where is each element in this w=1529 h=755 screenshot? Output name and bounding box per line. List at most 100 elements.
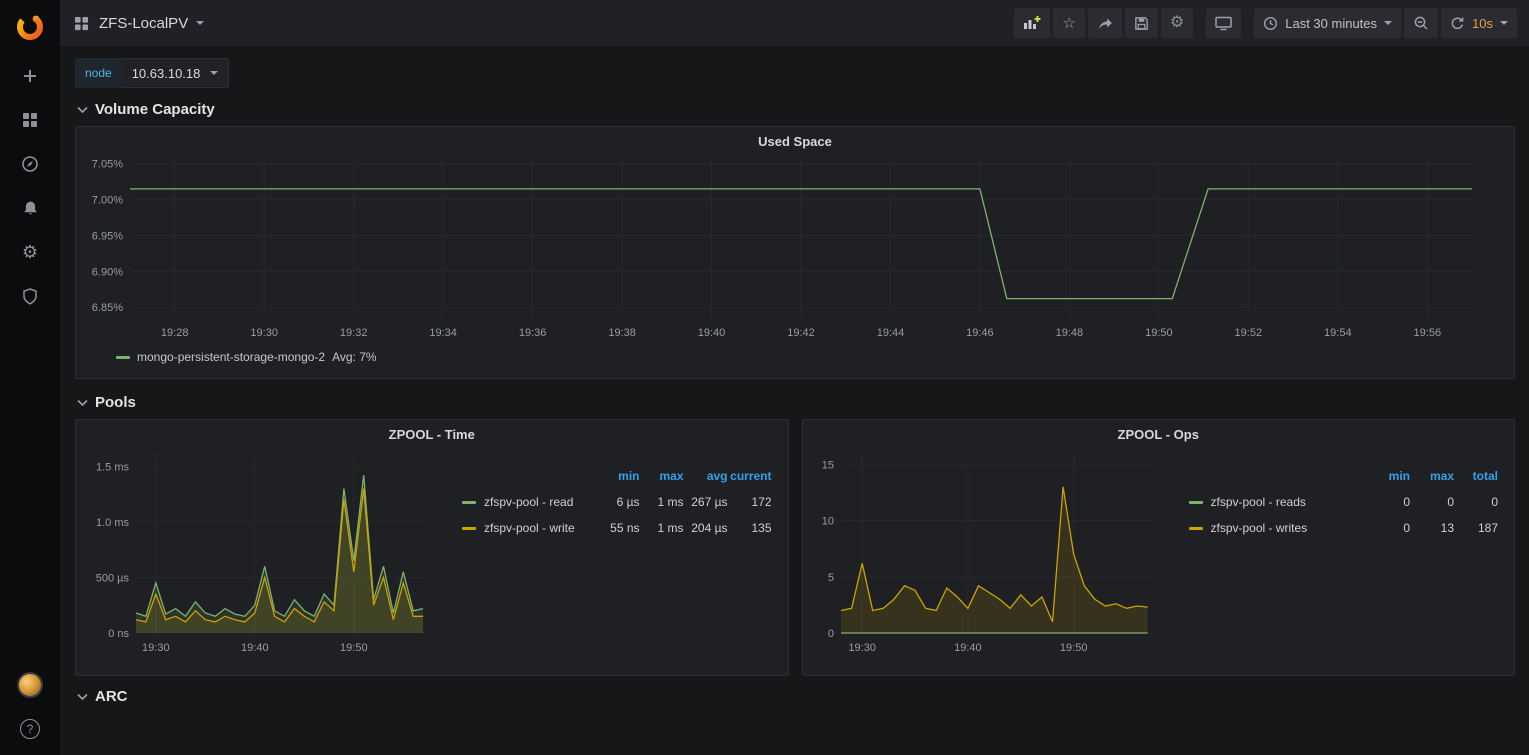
legend-value-cell: 0 <box>1366 521 1410 535</box>
series-color-dash <box>1189 527 1203 530</box>
svg-text:19:50: 19:50 <box>340 642 368 654</box>
legend-series-row[interactable]: zfspv-pool - reads000 <box>1189 489 1499 515</box>
refresh-icon <box>1450 16 1465 31</box>
legend-header-cell: max <box>1410 469 1454 483</box>
svg-text:19:50: 19:50 <box>1145 327 1173 339</box>
zpool-time-chart: 0 ns500 µs1.0 ms1.5 ms19:3019:4019:50 <box>84 443 436 657</box>
legend-value-cell: 0 <box>1454 495 1498 509</box>
star-button[interactable]: ☆ <box>1053 8 1084 38</box>
svg-text:19:40: 19:40 <box>954 642 982 654</box>
legend-header-cell: avg <box>684 469 728 483</box>
legend-header-row: minmaxtotal <box>1189 463 1499 489</box>
sidebar: ⚙ ? <box>0 0 60 755</box>
legend-header-cell: max <box>640 469 684 483</box>
section-title: ARC <box>95 688 128 705</box>
dashboard-settings-button[interactable]: ⚙ <box>1161 8 1193 38</box>
node-variable-value: 10.63.10.18 <box>132 66 201 81</box>
caret-down-icon <box>1500 21 1508 25</box>
topbar-actions: ☆ ⚙ Last 30 minutes <box>1014 8 1517 38</box>
node-variable-label: node <box>75 58 122 88</box>
section-volume-capacity[interactable]: Volume Capacity <box>77 101 1515 118</box>
dashboard-title-dropdown[interactable]: ZFS-LocalPV <box>99 15 204 32</box>
used-space-legend-label: mongo-persistent-storage-mongo-2 <box>137 350 325 364</box>
user-avatar[interactable] <box>0 663 60 707</box>
zoom-out-button[interactable] <box>1404 8 1438 38</box>
explore-icon[interactable] <box>0 142 60 186</box>
add-panel-button[interactable] <box>1014 8 1050 38</box>
legend-header-row: minmaxavgcurrent <box>462 463 772 489</box>
svg-text:19:42: 19:42 <box>787 327 815 339</box>
svg-text:19:34: 19:34 <box>429 327 457 339</box>
legend-value-cell: 172 <box>728 495 772 509</box>
legend-header-cell: current <box>728 469 772 483</box>
zpool-ops-panel-title[interactable]: ZPOOL - Ops <box>811 420 1507 443</box>
series-color-dash <box>462 501 476 504</box>
dashboards-icon[interactable] <box>0 98 60 142</box>
legend-series-label[interactable]: zfspv-pool - write <box>462 521 596 535</box>
section-arc[interactable]: ARC <box>77 688 1515 705</box>
svg-text:500 µs: 500 µs <box>96 572 130 584</box>
legend-value-cell: 1 ms <box>640 495 684 509</box>
settings-gear-icon[interactable]: ⚙ <box>0 230 60 274</box>
clock-icon <box>1263 16 1278 31</box>
section-title: Pools <box>95 394 136 411</box>
chevron-down-icon <box>77 106 88 114</box>
create-icon[interactable] <box>0 54 60 98</box>
shield-icon[interactable] <box>0 274 60 318</box>
legend-value-cell: 135 <box>728 521 772 535</box>
svg-text:5: 5 <box>827 572 833 584</box>
caret-down-icon <box>196 21 204 25</box>
gear-icon: ⚙ <box>1170 15 1184 31</box>
time-range-picker[interactable]: Last 30 minutes <box>1254 8 1401 38</box>
svg-text:19:48: 19:48 <box>1056 327 1084 339</box>
zoom-out-icon <box>1413 15 1429 31</box>
svg-text:6.90%: 6.90% <box>92 266 123 278</box>
dashboard-grid-icon <box>74 16 89 31</box>
svg-text:19:40: 19:40 <box>698 327 726 339</box>
svg-text:7.00%: 7.00% <box>92 195 123 207</box>
legend-series-row[interactable]: zfspv-pool - read6 µs1 ms267 µs172 <box>462 489 772 515</box>
svg-text:19:30: 19:30 <box>250 327 278 339</box>
question-mark-icon: ? <box>20 719 40 739</box>
zpool-time-panel-title[interactable]: ZPOOL - Time <box>84 420 780 443</box>
node-variable-dropdown[interactable]: 10.63.10.18 <box>122 58 230 88</box>
section-pools[interactable]: Pools <box>77 394 1515 411</box>
legend-series-row[interactable]: zfspv-pool - write55 ns1 ms204 µs135 <box>462 515 772 541</box>
svg-text:19:54: 19:54 <box>1324 327 1352 339</box>
legend-series-row[interactable]: zfspv-pool - writes013187 <box>1189 515 1499 541</box>
save-button[interactable] <box>1125 8 1158 38</box>
used-space-legend-dash <box>116 356 130 359</box>
legend-series-label[interactable]: zfspv-pool - read <box>462 495 596 509</box>
refresh-interval-label: 10s <box>1472 16 1493 31</box>
tv-mode-button[interactable] <box>1206 8 1241 38</box>
share-button[interactable] <box>1088 8 1122 38</box>
zpool-time-panel: ZPOOL - Time 0 ns500 µs1.0 ms1.5 ms19:30… <box>75 419 789 676</box>
used-space-panel-title[interactable]: Used Space <box>84 127 1506 150</box>
used-space-panel: Used Space 6.85%6.90%6.95%7.00%7.05%19:2… <box>75 126 1515 379</box>
legend-value-cell: 6 µs <box>596 495 640 509</box>
legend-value-cell: 13 <box>1410 521 1454 535</box>
dashboard-title: ZFS-LocalPV <box>99 15 188 32</box>
zpool-ops-legend-table: minmaxtotalzfspv-pool - reads000zfspv-po… <box>1189 463 1499 657</box>
used-space-legend[interactable]: mongo-persistent-storage-mongo-2 Avg: 7% <box>116 350 1506 364</box>
svg-text:0: 0 <box>827 628 833 640</box>
svg-text:0 ns: 0 ns <box>108 628 129 640</box>
help-icon[interactable]: ? <box>0 707 60 751</box>
zpool-ops-panel: ZPOOL - Ops 05101519:3019:4019:50 minmax… <box>802 419 1516 676</box>
alerting-bell-icon[interactable] <box>0 186 60 230</box>
svg-text:6.95%: 6.95% <box>92 231 123 243</box>
avatar-image <box>17 672 43 698</box>
legend-value-cell: 1 ms <box>640 521 684 535</box>
legend-series-label[interactable]: zfspv-pool - writes <box>1189 521 1367 535</box>
legend-value-cell: 267 µs <box>684 495 728 509</box>
legend-series-label[interactable]: zfspv-pool - reads <box>1189 495 1367 509</box>
grafana-logo[interactable] <box>0 0 60 54</box>
caret-down-icon <box>210 71 218 75</box>
svg-text:10: 10 <box>821 516 833 528</box>
share-icon <box>1097 16 1113 30</box>
time-range-label: Last 30 minutes <box>1285 16 1377 31</box>
grafana-logo-icon <box>15 12 45 42</box>
main-area: ZFS-LocalPV ☆ <box>60 0 1529 755</box>
refresh-button[interactable]: 10s <box>1441 8 1517 38</box>
star-icon: ☆ <box>1062 16 1075 31</box>
